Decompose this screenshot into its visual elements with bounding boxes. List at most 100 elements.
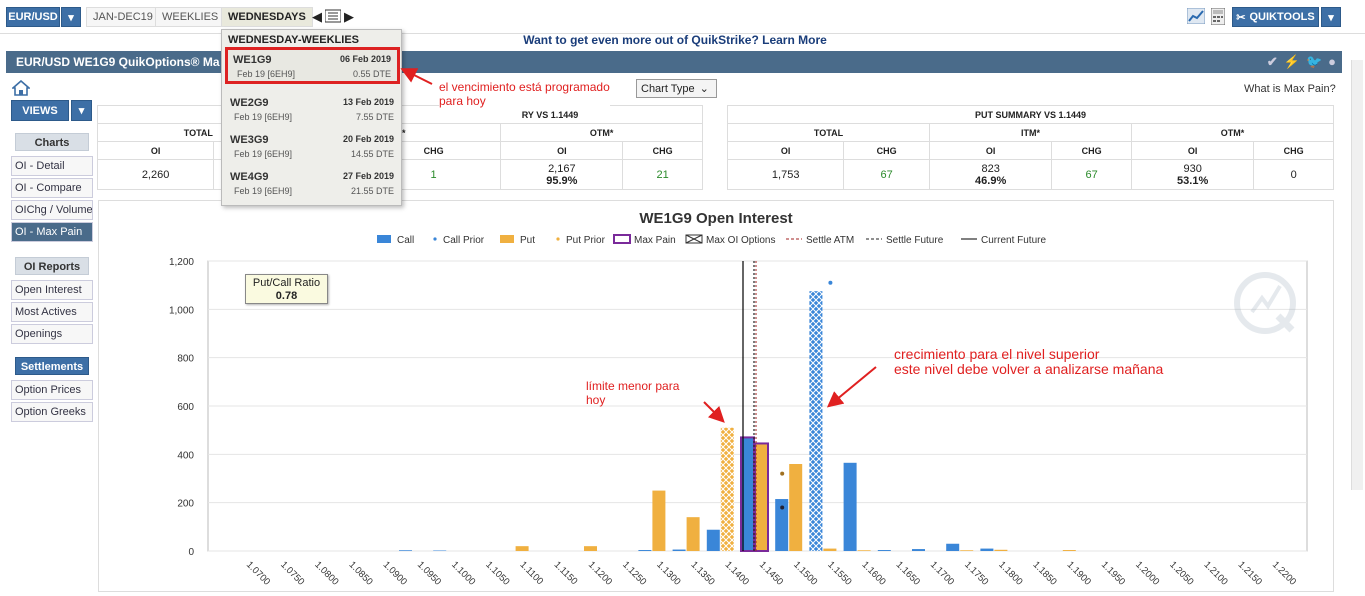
legend-label: Put xyxy=(520,235,535,246)
page-header: EUR/USD WE1G9 QuikOptions® Ma ✔ ⚡ 🐦 ● xyxy=(6,51,1342,73)
call-bar xyxy=(399,550,412,551)
dropdown-item-we2g9[interactable]: WE2G9 13 Feb 2019 Feb 19 [6EH9] 7.55 DTE xyxy=(225,93,400,130)
x-tick-label: 1.2100 xyxy=(1201,559,1229,587)
x-tick-label: 1.1750 xyxy=(962,559,990,587)
plot-area: 02004006008001,0001,2001.07001.07501.080… xyxy=(169,257,1307,588)
quiktools-dropdown-button[interactable]: ▾ xyxy=(1321,7,1341,27)
legend-swatch xyxy=(433,237,436,240)
tab-wednesdays[interactable]: WEDNESDAYS xyxy=(221,7,313,27)
calculator-icon[interactable] xyxy=(1211,8,1225,25)
call-otm-oi-header: OI xyxy=(501,142,623,160)
list-icon[interactable] xyxy=(325,9,341,23)
x-tick-label: 1.1350 xyxy=(688,559,716,587)
put-call-ratio-box: Put/Call Ratio 0.78 xyxy=(245,274,328,304)
lightning-icon[interactable]: ⚡ xyxy=(1284,54,1300,70)
legend-label: Call Prior xyxy=(443,235,485,246)
circle-menu-icon[interactable]: ● xyxy=(1328,54,1336,70)
nav-oi-max-pain[interactable]: OI - Max Pain xyxy=(11,222,93,242)
put-bar xyxy=(516,546,529,551)
chart-icon[interactable] xyxy=(1187,8,1205,24)
put-itm-header: ITM* xyxy=(930,124,1132,142)
prev-arrow-icon[interactable]: ◀ xyxy=(312,9,322,25)
put-total-chg: 67 xyxy=(844,160,930,190)
nav-oi-detail[interactable]: OI - Detail xyxy=(11,156,93,176)
y-tick-label: 800 xyxy=(177,354,194,365)
symbol-button[interactable]: EUR/USD xyxy=(6,7,60,27)
legend-label: Max Pain xyxy=(634,235,676,246)
twitter-icon[interactable]: 🐦 xyxy=(1306,54,1322,70)
x-tick-label: 1.0700 xyxy=(244,559,272,587)
tab-jan-dec19[interactable]: JAN-DEC19 xyxy=(86,7,160,27)
dropdown-item-code: WE2G9 xyxy=(230,97,269,109)
x-tick-label: 1.1900 xyxy=(1065,559,1093,587)
promo-banner[interactable]: Want to get even more out of QuikStrike?… xyxy=(0,33,1350,47)
views-dropdown-button[interactable]: ▾ xyxy=(71,100,92,121)
x-tick-label: 1.1800 xyxy=(996,559,1024,587)
nav-oichg-volume[interactable]: OIChg / Volume xyxy=(11,200,93,220)
nav-option-greeks[interactable]: Option Greeks xyxy=(11,402,93,422)
call-bar xyxy=(809,291,822,551)
quiktools-button[interactable]: ✂QUIKTOOLS xyxy=(1232,7,1319,27)
prior-marker xyxy=(780,506,784,510)
put-otm-chg-header: CHG xyxy=(1254,142,1334,160)
x-tick-label: 1.2200 xyxy=(1270,559,1298,587)
home-icon[interactable] xyxy=(12,80,30,96)
put-bar xyxy=(858,550,871,551)
x-tick-label: 1.1950 xyxy=(1099,559,1127,587)
chart-legend: CallCall PriorPutPut PriorMax PainMax OI… xyxy=(377,235,1046,246)
call-bar xyxy=(878,550,891,551)
ratio-value: 0.78 xyxy=(246,290,327,303)
legend-label: Settle Future xyxy=(886,235,944,246)
annotation-expiry-line1: el vencimiento está programado xyxy=(439,80,610,94)
put-itm-oi-cell: 82346.9% xyxy=(930,160,1052,190)
next-arrow-icon[interactable]: ▶ xyxy=(344,9,354,25)
put-total-chg-header: CHG xyxy=(844,142,930,160)
nav-openings[interactable]: Openings xyxy=(11,324,93,344)
dropdown-item-we1g9[interactable]: WE1G9 06 Feb 2019 Feb 19 [6EH9] 0.55 DTE xyxy=(225,47,400,84)
dropdown-item-we4g9[interactable]: WE4G9 27 Feb 2019 Feb 19 [6EH9] 21.55 DT… xyxy=(225,167,400,204)
scrollbar[interactable] xyxy=(1351,60,1363,490)
chart-type-select[interactable]: Chart Type ⌄ xyxy=(636,79,717,98)
annotation-expiry: el vencimiento está programado para hoy xyxy=(439,80,610,108)
put-total-header: TOTAL xyxy=(728,124,930,142)
views-button[interactable]: VIEWS xyxy=(11,100,69,121)
call-otm-oi-cell: 2,16795.9% xyxy=(501,160,623,190)
y-tick-label: 600 xyxy=(177,402,194,413)
put-bar xyxy=(823,549,836,551)
nav-open-interest[interactable]: Open Interest xyxy=(11,280,93,300)
check-icon[interactable]: ✔ xyxy=(1267,54,1278,70)
x-tick-label: 1.1700 xyxy=(928,559,956,587)
call-bar xyxy=(912,549,925,551)
annotation-upper-line2: este nivel debe volver a analizarse maña… xyxy=(894,362,1163,377)
legend-label: Put Prior xyxy=(566,235,606,246)
put-total-oi: 1,753 xyxy=(728,160,844,190)
call-otm-header: OTM* xyxy=(501,124,703,142)
dropdown-item-we3g9[interactable]: WE3G9 20 Feb 2019 Feb 19 [6EH9] 14.55 DT… xyxy=(225,130,400,167)
symbol-dropdown-button[interactable]: ▾ xyxy=(61,7,81,27)
prior-marker xyxy=(828,281,832,285)
dropdown-item-code: WE1G9 xyxy=(233,54,272,66)
y-tick-label: 1,200 xyxy=(169,257,194,268)
x-tick-label: 1.0750 xyxy=(278,559,306,587)
annotation-upper-level: crecimiento para el nivel superior este … xyxy=(894,347,1163,377)
put-otm-oi-cell: 93053.1% xyxy=(1132,160,1254,190)
put-itm-pct: 46.9% xyxy=(930,175,1051,187)
tools-icon: ✂ xyxy=(1236,11,1245,24)
dropdown-item-contract: Feb 19 [6EH9] xyxy=(234,112,292,122)
nav-option-prices[interactable]: Option Prices xyxy=(11,380,93,400)
dropdown-item-contract: Feb 19 [6EH9] xyxy=(234,149,292,159)
nav-most-actives[interactable]: Most Actives xyxy=(11,302,93,322)
left-nav: VIEWS ▾ Charts OI - Detail OI - Compare … xyxy=(11,100,93,422)
call-otm-pct: 95.9% xyxy=(501,175,622,187)
dropdown-item-dte: 0.55 DTE xyxy=(353,69,391,79)
max-pain-info-link[interactable]: What is Max Pain? xyxy=(1244,83,1336,95)
nav-oi-compare[interactable]: OI - Compare xyxy=(11,178,93,198)
tab-weeklies[interactable]: WEEKLIES xyxy=(155,7,225,27)
legend-swatch xyxy=(556,237,559,240)
call-bar xyxy=(946,544,959,551)
call-total-oi: 2,260 xyxy=(98,160,214,190)
annotation-lower-line1: límite menor para xyxy=(586,379,679,393)
call-total-oi-header: OI xyxy=(98,142,214,160)
x-tick-label: 1.1650 xyxy=(894,559,922,587)
call-otm-chg-header: CHG xyxy=(623,142,703,160)
